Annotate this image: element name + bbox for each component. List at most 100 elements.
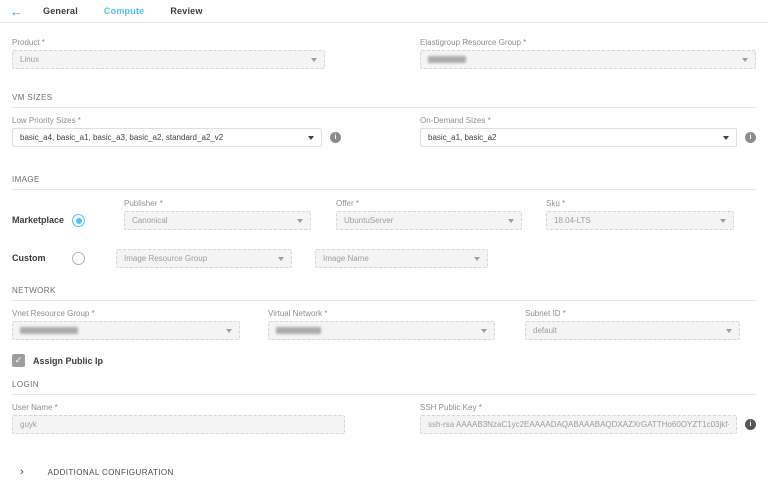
chevron-right-icon[interactable]: › (20, 467, 24, 478)
chevron-down-icon (720, 219, 726, 223)
image-name-field: Image Name (315, 249, 488, 268)
chevron-down-icon (723, 136, 729, 140)
form-content: Product * Linux Elastigroup Resource Gro… (0, 38, 768, 483)
custom-image-row: Custom Image Resource Group Image Name (12, 249, 756, 268)
back-arrow-icon[interactable]: ← (10, 5, 23, 18)
user-name-field: User Name * guyk (12, 403, 345, 434)
compute-settings-page: ← General Compute Review Product * Linux… (0, 0, 768, 483)
chevron-down-icon (726, 329, 732, 333)
chevron-down-icon (481, 329, 487, 333)
virtual-network-label: Virtual Network * (268, 309, 495, 318)
publisher-select[interactable]: Canonical (124, 211, 311, 230)
offer-select[interactable]: UbuntuServer (336, 211, 522, 230)
info-icon[interactable]: i (330, 132, 341, 143)
ssh-public-key-value: ssh-rsa AAAAB3NzaC1yc2EAAAADAQABAAABAQDX… (428, 420, 729, 429)
publisher-value: Canonical (132, 216, 168, 225)
vm-sizes-title: VM SIZES (12, 93, 756, 102)
marketplace-label: Marketplace (12, 215, 72, 230)
product-value: Linux (20, 55, 39, 64)
redacted-value (276, 327, 321, 334)
product-label: Product * (12, 38, 325, 47)
vm-sizes-section-header: VM SIZES (12, 93, 756, 108)
subnet-id-value: default (533, 326, 557, 335)
low-priority-sizes-field: Low Priority Sizes * basic_a4, basic_a1,… (12, 116, 341, 147)
assign-public-ip-row: ✓ Assign Public Ip (12, 354, 756, 367)
custom-radio[interactable] (72, 252, 85, 265)
image-title: IMAGE (12, 175, 756, 184)
ssh-public-key-label: SSH Public Key * (420, 403, 737, 412)
chevron-down-icon (742, 58, 748, 62)
elastigroup-resource-group-field: Elastigroup Resource Group * (420, 38, 756, 69)
sku-select[interactable]: 18.04-LTS (546, 211, 734, 230)
offer-value: UbuntuServer (344, 216, 393, 225)
subnet-id-label: Subnet ID * (525, 309, 740, 318)
login-row: User Name * guyk SSH Public Key * ssh-rs… (12, 403, 756, 434)
vnet-resource-group-label: Vnet Resource Group * (12, 309, 240, 318)
on-demand-sizes-select[interactable]: basic_a1, basic_a2 (420, 128, 737, 147)
chevron-down-icon (311, 58, 317, 62)
sku-value: 18.04-LTS (554, 216, 591, 225)
image-resource-group-select[interactable]: Image Resource Group (116, 249, 292, 268)
vm-sizes-row: Low Priority Sizes * basic_a4, basic_a1,… (12, 116, 756, 147)
assign-public-ip-checkbox[interactable]: ✓ (12, 354, 25, 367)
subnet-id-select[interactable]: default (525, 321, 740, 340)
tab-compute[interactable]: Compute (104, 6, 144, 16)
user-name-input[interactable]: guyk (12, 415, 345, 434)
chevron-down-icon (308, 136, 314, 140)
network-row: Vnet Resource Group * Virtual Network * … (12, 309, 756, 340)
image-resource-group-field: Image Resource Group (116, 249, 292, 268)
user-name-value: guyk (20, 420, 37, 429)
vnet-resource-group-select[interactable] (12, 321, 240, 340)
on-demand-sizes-label: On-Demand Sizes * (420, 116, 737, 125)
product-field: Product * Linux (12, 38, 325, 69)
chevron-down-icon (297, 219, 303, 223)
low-priority-sizes-select[interactable]: basic_a4, basic_a1, basic_a3, basic_a2, … (12, 128, 322, 147)
ssh-public-key-field: SSH Public Key * ssh-rsa AAAAB3NzaC1yc2E… (420, 403, 756, 434)
low-priority-sizes-value: basic_a4, basic_a1, basic_a3, basic_a2, … (20, 133, 223, 142)
virtual-network-field: Virtual Network * (268, 309, 495, 340)
on-demand-sizes-value: basic_a1, basic_a2 (428, 133, 497, 142)
image-name-select[interactable]: Image Name (315, 249, 488, 268)
tab-general[interactable]: General (43, 6, 78, 16)
on-demand-sizes-field: On-Demand Sizes * basic_a1, basic_a2 i (420, 116, 756, 147)
ssh-public-key-input[interactable]: ssh-rsa AAAAB3NzaC1yc2EAAAADAQABAAABAQDX… (420, 415, 737, 434)
network-title: NETWORK (12, 286, 756, 295)
section-divider (12, 300, 756, 301)
section-divider (12, 189, 756, 190)
elastigroup-resource-group-label: Elastigroup Resource Group * (420, 38, 756, 47)
additional-configuration-label: ADDITIONAL CONFIGURATION (48, 468, 174, 477)
section-divider (12, 394, 756, 395)
section-divider (12, 107, 756, 108)
elastigroup-resource-group-select[interactable] (420, 50, 756, 69)
vnet-resource-group-field: Vnet Resource Group * (12, 309, 240, 340)
user-name-label: User Name * (12, 403, 345, 412)
sku-field: Sku * 18.04-LTS (546, 199, 734, 230)
info-icon[interactable]: i (745, 419, 756, 430)
check-icon: ✓ (15, 354, 23, 367)
publisher-field: Publisher * Canonical (124, 199, 311, 230)
additional-configuration-toggle[interactable]: › ADDITIONAL CONFIGURATION (12, 466, 756, 479)
offer-label: Offer * (336, 199, 522, 208)
tab-bar: ← General Compute Review (0, 0, 768, 23)
chevron-down-icon (278, 257, 284, 261)
login-title: LOGIN (12, 380, 756, 389)
offer-field: Offer * UbuntuServer (336, 199, 522, 230)
tab-review[interactable]: Review (170, 6, 202, 16)
redacted-value (20, 327, 78, 334)
sku-label: Sku * (546, 199, 734, 208)
marketplace-row: Marketplace Publisher * Canonical Offer … (12, 199, 756, 230)
marketplace-radio[interactable] (72, 214, 85, 227)
image-name-placeholder: Image Name (323, 254, 369, 263)
chevron-down-icon (226, 329, 232, 333)
assign-public-ip-label: Assign Public Ip (33, 356, 103, 366)
virtual-network-select[interactable] (268, 321, 495, 340)
subnet-id-field: Subnet ID * default (525, 309, 740, 340)
login-section-header: LOGIN (12, 380, 756, 395)
info-icon[interactable]: i (745, 132, 756, 143)
basics-row: Product * Linux Elastigroup Resource Gro… (12, 38, 756, 69)
low-priority-sizes-label: Low Priority Sizes * (12, 116, 322, 125)
redacted-value (428, 56, 466, 63)
network-section-header: NETWORK (12, 286, 756, 301)
product-select[interactable]: Linux (12, 50, 325, 69)
image-resource-group-placeholder: Image Resource Group (124, 254, 207, 263)
